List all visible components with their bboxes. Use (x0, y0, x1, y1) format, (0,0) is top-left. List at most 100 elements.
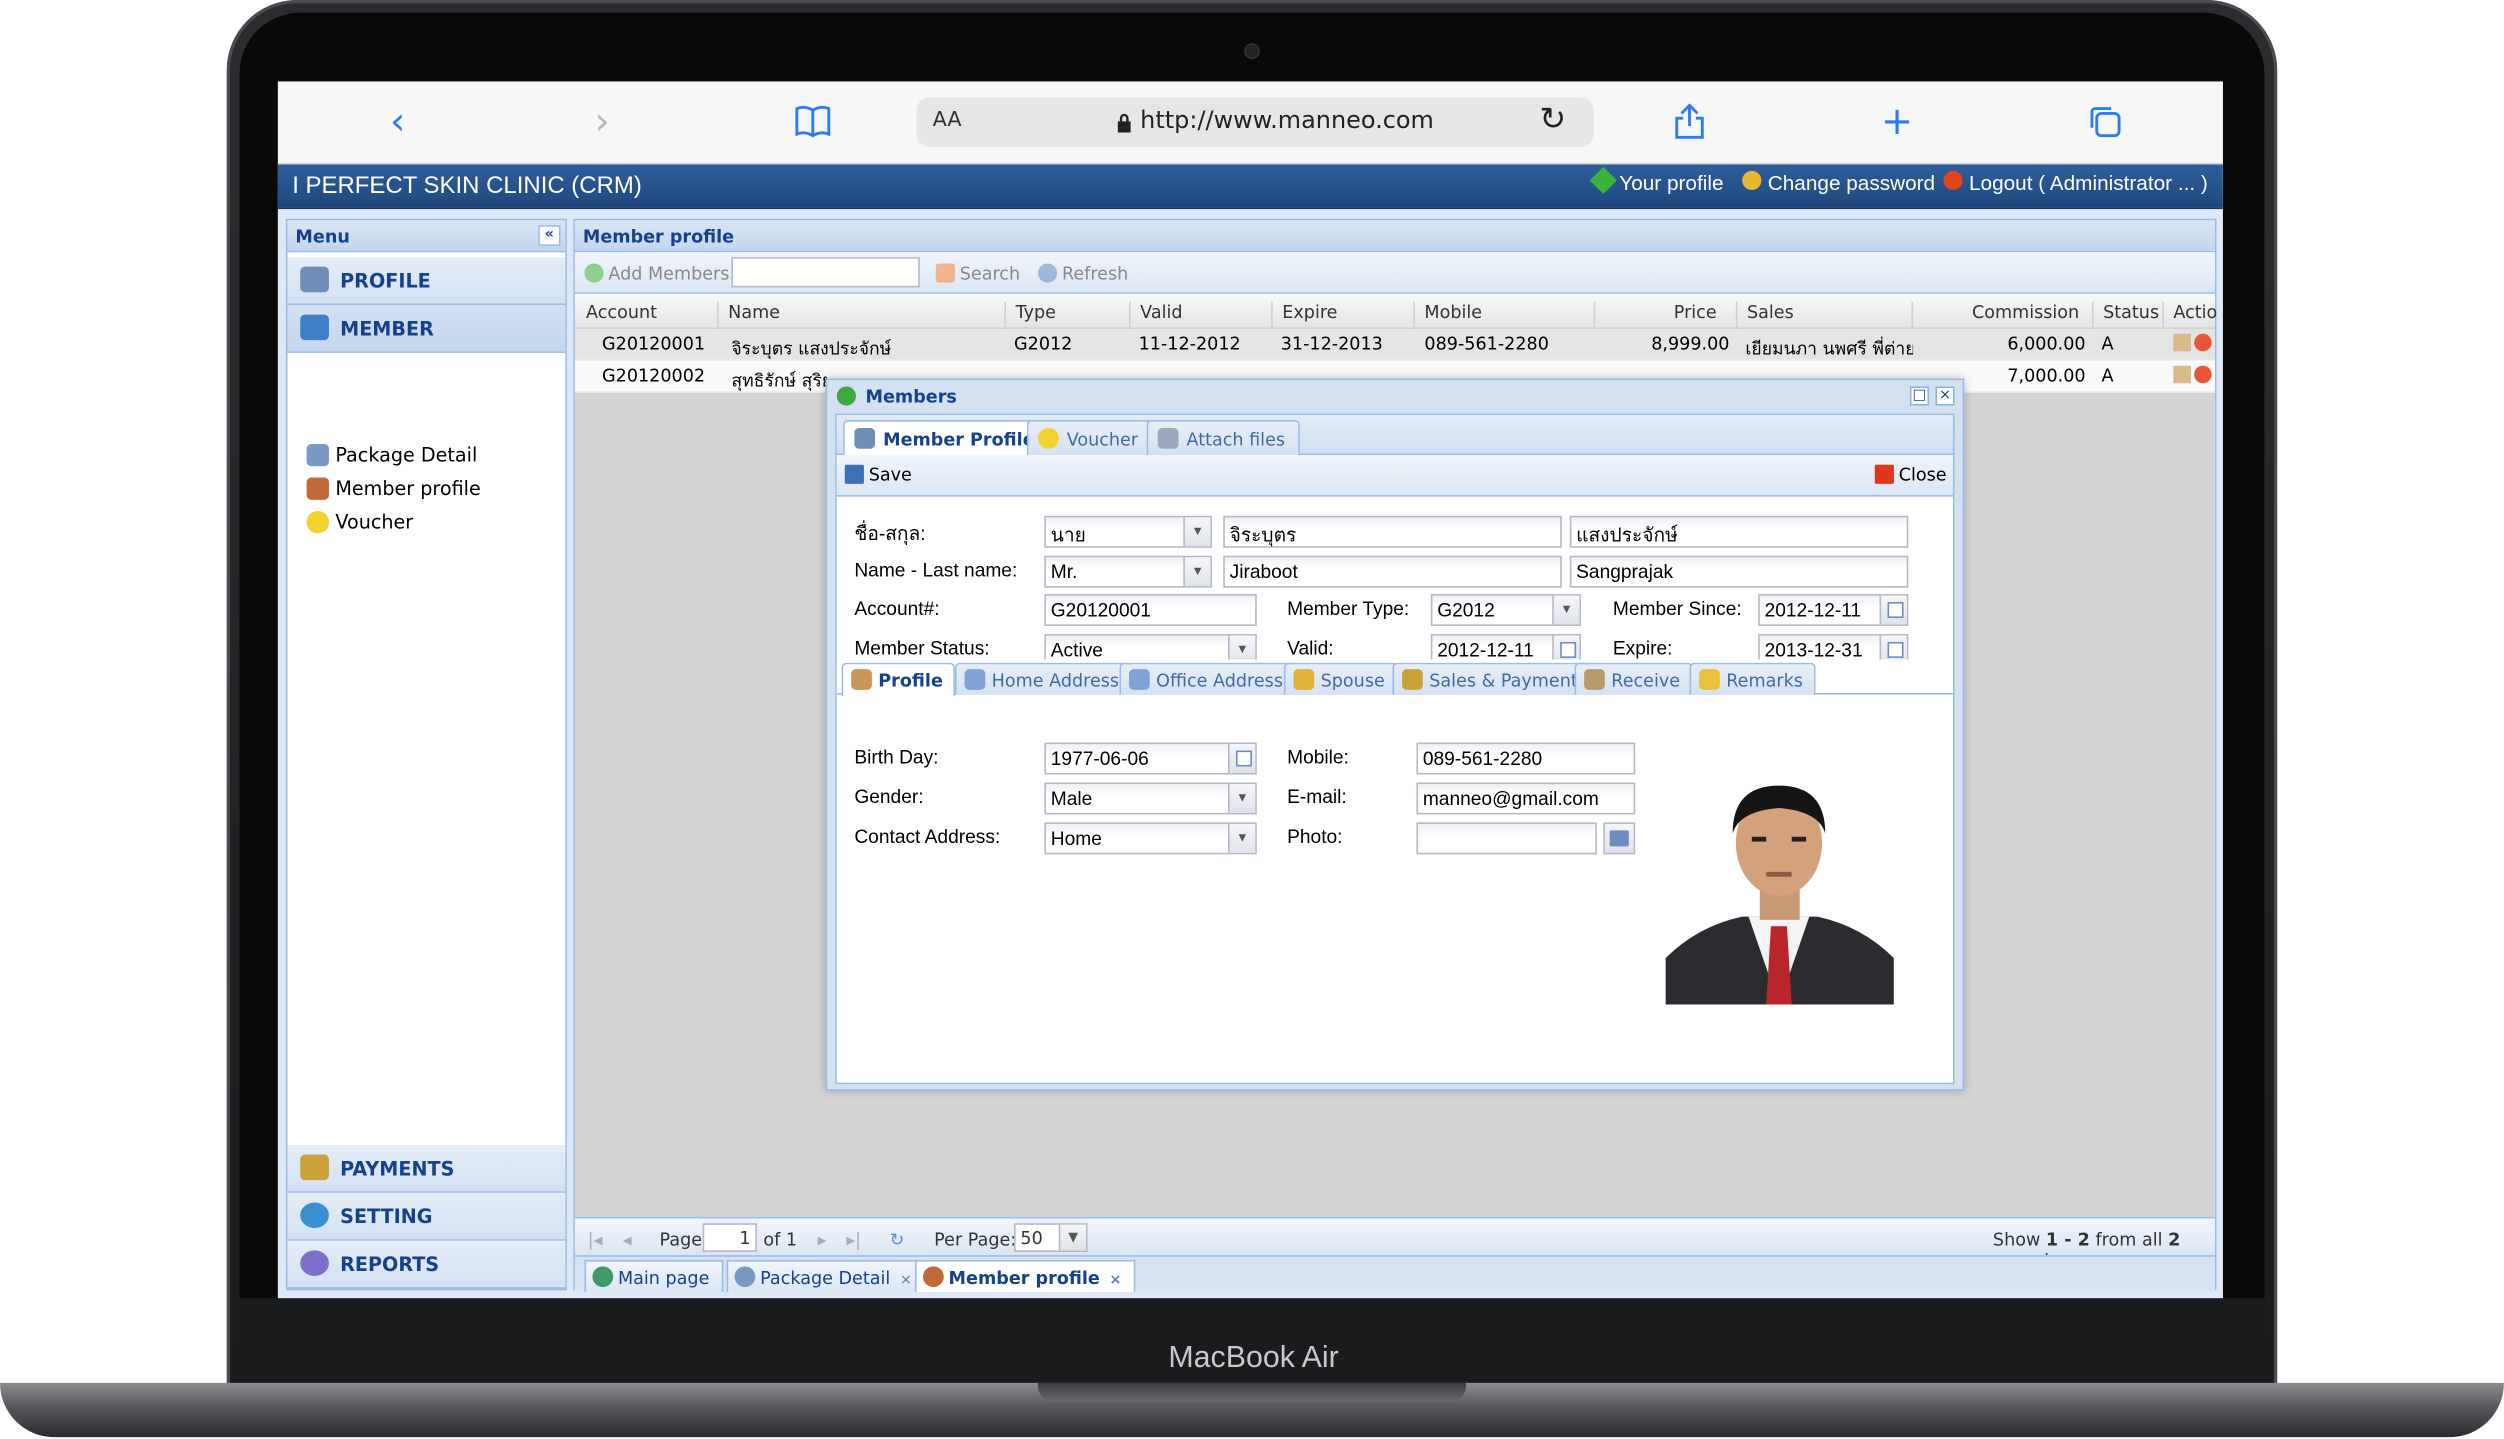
your-profile-link[interactable]: Your profile (1589, 166, 1724, 195)
user-icon (851, 669, 872, 690)
back-icon[interactable]: ‹ (370, 97, 424, 145)
cell-mobile: 089-561-2280 (1424, 333, 1549, 355)
page-input[interactable]: 1 (702, 1223, 757, 1252)
menu-item-member-profile[interactable]: Member profile (303, 474, 481, 503)
member-type-select[interactable]: G2012 ▼ (1430, 594, 1581, 626)
logout-icon (1943, 170, 1963, 191)
subtab-remarks[interactable]: Remarks (1689, 662, 1816, 695)
paperclip-icon (1157, 427, 1179, 449)
search-icon (935, 263, 955, 283)
reload-icon[interactable]: ↻ (1539, 99, 1566, 137)
calendar-icon[interactable] (1228, 744, 1256, 773)
gender-select[interactable]: Male ▼ (1044, 782, 1257, 815)
logout-link[interactable]: Logout ( Administrator ... ) (1943, 170, 2208, 195)
prev-page-icon[interactable]: ◂ (623, 1230, 632, 1251)
close-button[interactable]: Close (1874, 464, 1947, 485)
email-field[interactable]: manneo@gmail.com (1416, 782, 1636, 815)
refresh-icon[interactable]: ↻ (889, 1230, 904, 1251)
per-page-select[interactable]: 50 ▼ (1014, 1223, 1088, 1252)
bookmarks-icon[interactable] (786, 97, 840, 145)
thai-last-name-field[interactable]: แสงประจักษ์ (1569, 515, 1909, 548)
prefix-select[interactable]: Mr. ▼ (1044, 555, 1213, 588)
close-tab-icon[interactable]: × (1109, 1273, 1121, 1289)
grid-pager: |◂ ◂ Page 1 of 1 ▸ ▸| ↻ Per Page: 50 ▼ Sh… (574, 1216, 2215, 1271)
maximize-icon[interactable]: □ (1909, 386, 1930, 406)
birthday-date[interactable]: 1977-06-06 (1044, 742, 1257, 775)
menu-group-setting[interactable]: SETTING (287, 1192, 566, 1241)
tab-attach-files[interactable]: Attach files (1146, 419, 1300, 456)
menu-group-reports[interactable]: REPORTS (287, 1240, 566, 1289)
new-tab-icon[interactable]: + (1870, 97, 1924, 145)
tab-member-profile[interactable]: Member profile × (915, 1259, 1136, 1292)
close-icon[interactable]: × (1935, 386, 1955, 406)
first-name-field[interactable]: Jiraboot (1223, 555, 1562, 588)
menu-group-payments[interactable]: PAYMENTS (287, 1144, 566, 1193)
tabs-icon[interactable] (2078, 97, 2132, 145)
menu-group-member[interactable]: MEMBER (287, 305, 566, 353)
thai-prefix-select[interactable]: นาย ▼ (1044, 515, 1213, 548)
search-input[interactable] (731, 257, 920, 288)
contact-address-select[interactable]: Home ▼ (1044, 822, 1257, 855)
grid-header: Account Name Type Valid Expire Mobile Pr… (574, 293, 2217, 337)
email-label: E-mail: (1287, 785, 1347, 809)
members-icon (300, 314, 329, 341)
subtab-office-address[interactable]: Office Address (1119, 662, 1296, 695)
next-page-icon[interactable]: ▸ (818, 1230, 827, 1251)
menu-item-package-detail[interactable]: Package Detail (303, 441, 477, 470)
subtab-sales-payment[interactable]: Sales & Payment (1392, 662, 1591, 695)
menu-group-profile[interactable]: PROFILE (287, 257, 566, 306)
cell-name: สุทธิรักษ์ สุริย (731, 370, 828, 392)
laptop-notch (1037, 1382, 1466, 1403)
subtab-receive[interactable]: Receive (1574, 662, 1693, 695)
delete-icon[interactable] (2194, 365, 2212, 384)
change-password-link[interactable]: Change password (1742, 170, 1935, 195)
bottom-tabbar: Main page Package Detail × Member profile… (574, 1255, 2215, 1292)
subtab-spouse[interactable]: Spouse (1283, 662, 1398, 695)
chevron-down-icon: ▼ (1228, 824, 1256, 853)
profile-subtabs: Profile Home Address Office Address Spou… (836, 659, 1954, 697)
table-row[interactable]: G20120001 จิระบุตร แสงประจักษ์ G2012 11-… (574, 328, 2215, 361)
birthday-label: Birth Day: (854, 745, 939, 769)
star-icon (306, 511, 329, 534)
search-button[interactable]: Search (935, 263, 1020, 284)
calendar-icon[interactable] (1879, 595, 1907, 625)
account-field[interactable]: G20120001 (1044, 594, 1257, 626)
edit-icon[interactable] (2173, 365, 2191, 384)
close-tab-icon[interactable]: × (900, 1273, 912, 1289)
mobile-field[interactable]: 089-561-2280 (1416, 742, 1636, 775)
menu-item-voucher[interactable]: Voucher (303, 508, 413, 537)
first-page-icon[interactable]: |◂ (588, 1230, 603, 1251)
text-size-button[interactable]: AA (933, 109, 962, 133)
delete-icon[interactable] (2194, 333, 2212, 352)
edit-icon[interactable] (2173, 333, 2191, 352)
photo-field[interactable] (1416, 822, 1597, 855)
tab-main-page[interactable]: Main page (584, 1259, 724, 1292)
subtab-home-address[interactable]: Home Address (954, 662, 1132, 695)
address-card-icon (964, 669, 986, 690)
share-icon[interactable] (1662, 97, 1716, 145)
subtab-profile[interactable]: Profile (841, 662, 956, 697)
tab-package-detail[interactable]: Package Detail × (726, 1259, 927, 1292)
browse-photo-icon[interactable] (1603, 822, 1636, 855)
collapse-icon[interactable]: « (538, 225, 561, 246)
screen: ‹ › AA http://www.manneo.com ↻ + I PERFE… (277, 81, 2223, 1299)
save-button[interactable]: Save (844, 464, 912, 485)
forward-icon[interactable]: › (575, 97, 629, 145)
cell-name: จิระบุตร แสงประจักษ์ (731, 338, 892, 360)
tab-member-profile[interactable]: Member Profile (843, 419, 1049, 457)
laptop-brand: MacBook Air (1168, 1341, 1339, 1375)
name-label: Name - Last name: (854, 558, 1018, 582)
tab-voucher[interactable]: Voucher (1026, 419, 1153, 456)
add-members-button[interactable]: Add Members (584, 263, 729, 284)
member-since-date[interactable]: 2012-12-11 (1758, 594, 1909, 626)
coins-icon (300, 1154, 329, 1181)
laptop-mockup: ‹ › AA http://www.manneo.com ↻ + I PERFE… (0, 0, 2504, 1438)
dialog-title: Members (865, 386, 957, 408)
floppy-icon (844, 464, 864, 484)
cell-status: A (2101, 333, 2114, 355)
refresh-button[interactable]: Refresh (1037, 263, 1128, 284)
last-name-field[interactable]: Sangprajak (1569, 555, 1909, 588)
thai-first-name-field[interactable]: จิระบุตร (1223, 515, 1562, 548)
note-icon (1699, 669, 1720, 690)
last-page-icon[interactable]: ▸| (846, 1230, 861, 1251)
